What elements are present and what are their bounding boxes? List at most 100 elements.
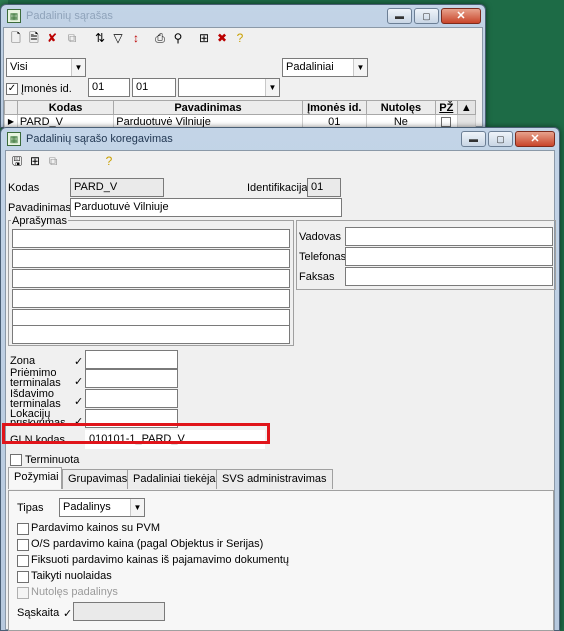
check-icon: ✓ [74, 356, 84, 368]
help-icon[interactable]: ? [101, 153, 117, 169]
scrollbar-up[interactable]: ▲ [456, 100, 477, 115]
help-icon[interactable]: ? [232, 30, 248, 46]
priemimo-field[interactable] [85, 369, 178, 388]
edit-window-title: Padalinių sąrašo koregavimas [26, 133, 173, 145]
save-icon[interactable]: 🖫 [9, 153, 25, 169]
company-select[interactable]: ▼ [178, 78, 280, 97]
check-icon: ✓ [74, 376, 84, 388]
minimize-button[interactable]: ▬ [461, 131, 486, 147]
chevron-down-icon: ▼ [353, 59, 367, 76]
edit-window-titlebar[interactable]: ▦ Padalinių sąrašo koregavimas ▬ ▢ ✕ [1, 128, 559, 150]
tab-pozymiai[interactable]: Požymiai [8, 467, 62, 489]
checkbox-os[interactable] [17, 539, 29, 551]
delete-doc-icon[interactable]: ✘ [44, 30, 60, 46]
tree-icon[interactable]: ⊞ [27, 153, 43, 169]
checkbox-nuolaidos[interactable] [17, 571, 29, 583]
type-select[interactable]: Padaliniai ▼ [282, 58, 368, 77]
company-id-to[interactable]: 01 [132, 78, 176, 97]
description-line[interactable] [12, 249, 290, 268]
kodas-field[interactable]: PARD_V [70, 178, 164, 197]
checkbox-fiksuoti-label: Fiksuoti pardavimo kainas iš pajamavimo … [31, 554, 290, 566]
tipas-select-value: Padalinys [63, 501, 111, 513]
tab-svs-administravimas[interactable]: SVS administravimas [216, 469, 333, 489]
filter-icon[interactable]: ▽ [110, 30, 126, 46]
tipas-select[interactable]: Padalinys ▼ [59, 498, 145, 517]
zona-label: Zona [10, 355, 36, 367]
gln-label: GLN kodas [10, 434, 66, 446]
aprasymas-label: Aprašymas [11, 215, 69, 227]
row-selector-header [4, 100, 18, 115]
table-header: Kodas Pavadinimas Įmonės id. Nutolęs PŽ … [4, 100, 477, 115]
copy-icon[interactable]: ⧉ [64, 30, 80, 46]
document-icon[interactable]: 🗎 [26, 30, 42, 46]
column-header[interactable]: Pavadinimas [113, 100, 303, 115]
faksas-label: Faksas [299, 271, 335, 283]
close-button[interactable]: ✕ [515, 131, 555, 147]
list-window-titlebar[interactable]: ▦ Padalinių sąrašas ▬ ▢ ✕ [1, 5, 485, 27]
checkbox-os-label: O/S pardavimo kaina (pagal Objektus ir S… [31, 538, 264, 550]
column-header[interactable]: Kodas [16, 100, 115, 115]
identifikacija-label: Identifikacija [247, 182, 308, 194]
lokaciju-label-2: priskyrimas [10, 419, 66, 425]
identifikacija-field[interactable]: 01 [307, 178, 341, 197]
lokaciju-label: Lokacijų [10, 408, 51, 420]
chevron-down-icon: ▼ [71, 59, 85, 76]
list-window-client: 🗋 🗎 ✘ ⧉ ⇅ ▽ ↕ ⎙ ⚲ ⊞ ✖ ? Visi ▼ Padalinia… [3, 27, 483, 129]
filter-select[interactable]: Visi ▼ [6, 58, 86, 77]
remove-icon[interactable]: ✖ [214, 30, 230, 46]
contacts-group: Vadovas Telefonas Faksas [296, 220, 556, 290]
telefonas-field[interactable] [345, 247, 553, 266]
column-header[interactable]: Nutolęs [365, 100, 436, 115]
tab-padaliniai-tiekejai[interactable]: Padaliniai tiekėjai [127, 469, 224, 489]
table-icon: ▦ [7, 9, 21, 23]
description-line[interactable] [12, 269, 290, 288]
description-line[interactable] [12, 229, 290, 248]
saskaita-field[interactable] [73, 602, 165, 621]
find-icon[interactable]: ⚲ [170, 30, 186, 46]
column-header[interactable]: Įmonės id. [301, 100, 367, 115]
chevron-down-icon: ▼ [265, 79, 279, 96]
tree-icon[interactable]: ⊞ [196, 30, 212, 46]
pavadinimas-field[interactable]: Parduotuvė Vilniuje [70, 198, 342, 217]
copy-icon[interactable]: ⧉ [45, 153, 61, 169]
column-header[interactable]: PŽ [434, 100, 458, 115]
description-line[interactable] [12, 289, 290, 308]
telefonas-label: Telefonas [299, 251, 347, 263]
list-window: ▦ Padalinių sąrašas ▬ ▢ ✕ 🗋 🗎 ✘ ⧉ ⇅ ▽ ↕ … [0, 4, 486, 129]
terminuota-checkbox[interactable] [10, 454, 22, 466]
vadovas-field[interactable] [345, 227, 553, 246]
company-id-checkbox[interactable]: ✓ [6, 83, 18, 95]
tab-grupavimas[interactable]: Grupavimas [62, 469, 134, 489]
table-icon: ▦ [7, 132, 21, 146]
maximize-button[interactable]: ▢ [414, 8, 439, 24]
kodas-label: Kodas [8, 182, 40, 194]
minimize-button[interactable]: ▬ [387, 8, 412, 24]
check-icon: ✓ [63, 608, 73, 620]
faksas-field[interactable] [345, 267, 553, 286]
tipas-label: Tipas [17, 502, 44, 514]
close-button[interactable]: ✕ [441, 8, 481, 24]
checkbox-fiksuoti[interactable] [17, 555, 29, 567]
units-table: Kodas Pavadinimas Įmonės id. Nutolęs PŽ … [4, 100, 477, 129]
new-icon[interactable]: 🗋 [8, 30, 24, 46]
sort-icon[interactable]: ⇅ [92, 30, 108, 46]
saskaita-label: Sąskaita [17, 607, 60, 619]
gln-field[interactable]: 010101-1_PARD_V [85, 430, 265, 449]
priemimo-label-2: terminalas [10, 377, 61, 389]
description-line[interactable] [12, 325, 290, 344]
company-id-from[interactable]: 01 [88, 78, 130, 97]
chevron-down-icon: ▼ [130, 499, 144, 516]
vadovas-label: Vadovas [299, 231, 341, 243]
type-select-value: Padaliniai [286, 61, 334, 73]
checkbox-nutoles-label: Nutolęs padalinys [31, 586, 118, 598]
pavadinimas-label: Pavadinimas [8, 202, 71, 214]
print-icon[interactable]: ⎙ [152, 30, 168, 46]
lokaciju-field[interactable] [85, 409, 178, 428]
zona-field[interactable] [85, 350, 178, 369]
sort-az-icon[interactable]: ↕ [128, 30, 144, 46]
edit-window-client: 🖫 ⊞ ⧉ ? Kodas PARD_V Identifikacija 01 P… [5, 150, 556, 631]
maximize-button[interactable]: ▢ [488, 131, 513, 147]
checkbox-pvm-label: Pardavimo kainos su PVM [31, 522, 160, 534]
isdavimo-field[interactable] [85, 389, 178, 408]
checkbox-pvm[interactable] [17, 523, 29, 535]
